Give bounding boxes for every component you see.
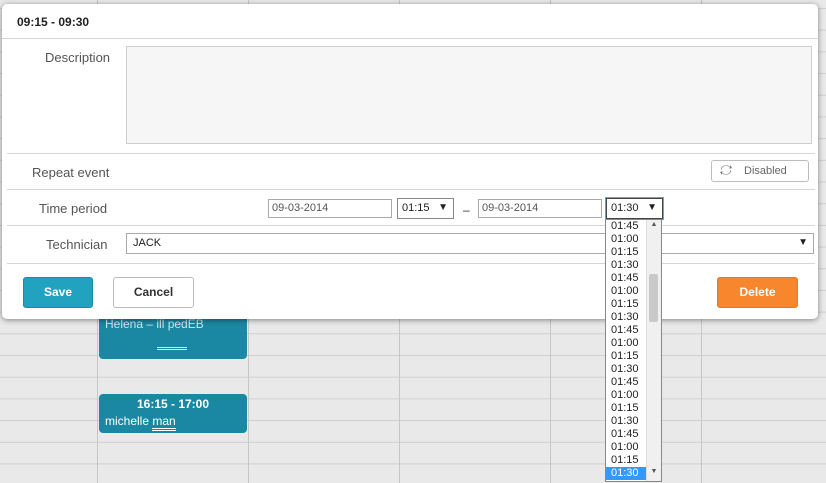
dropdown-option[interactable]: 01:45 <box>606 324 647 337</box>
dropdown-option[interactable]: 01:45 <box>606 376 647 389</box>
event-time: 16:15 - 17:00 <box>136 397 210 411</box>
dropdown-option[interactable]: 01:30 <box>606 415 647 428</box>
cancel-button[interactable]: Cancel <box>113 277 194 308</box>
dropdown-option[interactable]: 01:15 <box>606 402 647 415</box>
start-date-input[interactable]: 09-03-2014 <box>268 199 392 218</box>
repeat-toggle-button[interactable]: Disabled <box>711 160 809 182</box>
event-dialog: 09:15 - 09:30 Description Repeat event D… <box>2 4 818 319</box>
end-time-select[interactable]: 01:30 ▼ <box>605 197 664 220</box>
scrollbar-thumb[interactable] <box>649 274 658 322</box>
chevron-down-icon: ▼ <box>438 202 448 213</box>
scroll-up-icon[interactable]: ▲ <box>647 221 661 233</box>
dropdown-scrollbar[interactable]: ▲ ▼ <box>646 220 661 481</box>
dropdown-option[interactable]: 01:15 <box>606 298 647 311</box>
event-link[interactable] <box>157 347 187 350</box>
repeat-event-label: Repeat event <box>32 165 110 180</box>
repeat-icon <box>718 163 734 180</box>
dropdown-option[interactable]: 01:30 <box>606 259 647 272</box>
dropdown-option[interactable]: 01:30 <box>606 363 647 376</box>
divider <box>7 263 815 264</box>
technician-select[interactable]: JACK ▼ <box>126 233 814 254</box>
dropdown-option[interactable]: 01:00 <box>606 441 647 454</box>
end-date-input[interactable]: 09-03-2014 <box>478 199 602 218</box>
time-separator: – <box>463 203 470 217</box>
end-time-dropdown[interactable]: 01:45 01:00 01:15 01:30 01:45 01:00 01:15 01:30… <box>605 219 662 482</box>
end-time-options: 01:45 01:00 01:15 01:30 01:45 01:00 01:15 01:30… <box>606 220 647 480</box>
calendar-event[interactable]: 16:15 - 17:00 michelle man <box>99 394 247 433</box>
divider <box>2 38 818 39</box>
technician-label: Technician <box>46 237 108 252</box>
chevron-down-icon: ▼ <box>647 202 657 213</box>
event-link[interactable]: man <box>152 414 176 431</box>
dropdown-option[interactable]: 01:30 <box>606 467 647 480</box>
save-button[interactable]: Save <box>23 277 93 308</box>
dialog-title: 09:15 - 09:30 <box>17 15 90 29</box>
dropdown-option[interactable]: 01:45 <box>606 220 647 233</box>
divider <box>7 225 815 226</box>
description-label: Description <box>45 50 111 65</box>
chevron-down-icon: ▼ <box>798 237 808 248</box>
dropdown-option[interactable]: 01:30 <box>606 311 647 324</box>
dropdown-option[interactable]: 01:00 <box>606 337 647 350</box>
scroll-down-icon[interactable]: ▼ <box>647 468 661 480</box>
time-period-label: Time period <box>39 201 108 216</box>
divider <box>7 153 815 154</box>
event-text: Helena – ill pedEB <box>105 317 204 331</box>
dropdown-option[interactable]: 01:15 <box>606 246 647 259</box>
dropdown-option[interactable]: 01:15 <box>606 350 647 363</box>
description-textarea[interactable] <box>126 46 812 144</box>
dropdown-option[interactable]: 01:45 <box>606 272 647 285</box>
divider <box>7 189 815 190</box>
dropdown-option[interactable]: 01:00 <box>606 285 647 298</box>
dropdown-option[interactable]: 01:45 <box>606 428 647 441</box>
dropdown-option[interactable]: 01:00 <box>606 233 647 246</box>
dropdown-option[interactable]: 01:15 <box>606 454 647 467</box>
dropdown-option[interactable]: 01:00 <box>606 389 647 402</box>
delete-button[interactable]: Delete <box>717 277 798 308</box>
start-time-select[interactable]: 01:15 ▼ <box>397 198 454 219</box>
repeat-toggle-label: Disabled <box>744 165 787 177</box>
event-name: michelle man <box>105 414 176 431</box>
